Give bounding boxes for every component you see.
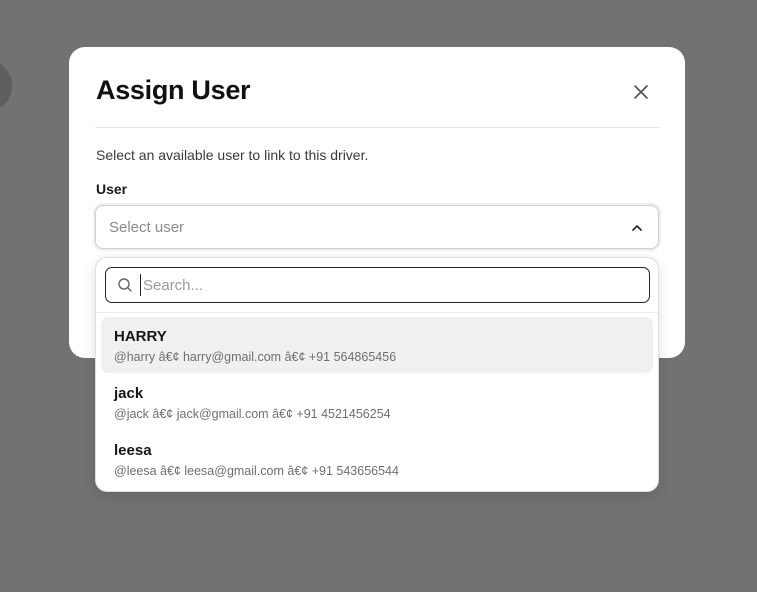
search-icon xyxy=(118,278,132,292)
option-jack[interactable]: jack @jack â€¢ jack@gmail.com â€¢ +91 45… xyxy=(101,374,653,430)
search-divider xyxy=(96,312,658,313)
search-box[interactable] xyxy=(105,267,650,303)
option-meta: @jack â€¢ jack@gmail.com â€¢ +91 4521456… xyxy=(114,407,391,421)
option-name: leesa xyxy=(114,442,152,459)
option-meta: @harry â€¢ harry@gmail.com â€¢ +91 56486… xyxy=(114,350,397,364)
background-element xyxy=(0,62,12,110)
option-name: jack xyxy=(114,385,144,402)
chevron-up-icon xyxy=(632,225,642,231)
close-button[interactable] xyxy=(628,79,654,105)
option-name: HARRY xyxy=(114,328,167,345)
select-placeholder: Select user xyxy=(109,218,185,236)
search-input[interactable] xyxy=(140,274,640,296)
dialog-title: Assign User xyxy=(96,75,251,105)
option-harry[interactable]: HARRY @harry â€¢ harry@gmail.com â€¢ +91… xyxy=(101,317,653,373)
user-select-dropdown: HARRY @harry â€¢ harry@gmail.com â€¢ +91… xyxy=(95,257,659,492)
user-select[interactable]: Select user xyxy=(95,205,659,249)
option-leesa[interactable]: leesa @leesa â€¢ leesa@gmail.com â€¢ +91… xyxy=(101,431,653,487)
close-icon xyxy=(634,85,648,99)
header-divider xyxy=(95,127,659,128)
user-field-label: User xyxy=(96,181,128,197)
option-meta: @leesa â€¢ leesa@gmail.com â€¢ +91 54365… xyxy=(114,464,399,478)
dialog-description: Select an available user to link to this… xyxy=(96,147,369,163)
